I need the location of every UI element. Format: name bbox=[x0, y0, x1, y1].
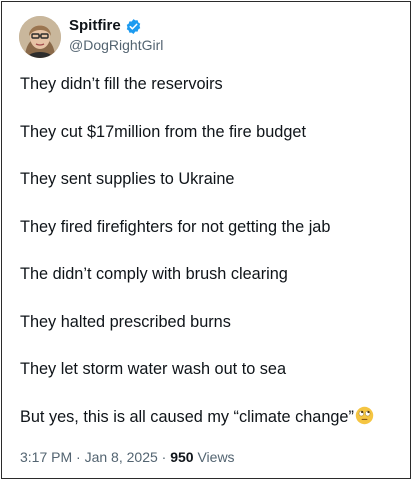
tweet-line-text: But yes, this is all caused my “climate … bbox=[20, 407, 354, 426]
avatar[interactable] bbox=[19, 16, 61, 58]
tweet-line: They halted prescribed burns bbox=[20, 312, 231, 331]
author-name-row: Spitfire bbox=[69, 17, 142, 35]
tweet-line-last: But yes, this is all caused my “climate … bbox=[20, 406, 408, 428]
views-count[interactable]: 950 bbox=[170, 449, 193, 465]
tweet-line: They cut $17million from the fire budget bbox=[20, 122, 306, 141]
tweet-line: They let storm water wash out to sea bbox=[20, 360, 287, 378]
tweet-text: They didn’t fill the reservoirs They cut… bbox=[20, 73, 408, 428]
author-handle[interactable]: @DogRightGirl bbox=[69, 37, 163, 54]
tweet-time[interactable]: 3:17 PM bbox=[20, 449, 72, 465]
display-name[interactable]: Spitfire bbox=[69, 17, 121, 35]
tweet-card: Spitfire @DogRightGirl They didn’t fill … bbox=[1, 1, 411, 479]
tweet-line: They fired firefighters for not getting … bbox=[20, 217, 331, 236]
tweet-line: They didn’t fill the reservoirs bbox=[20, 75, 223, 93]
tweet-line: They sent supplies to Ukraine bbox=[20, 170, 235, 188]
tweet-line: The didn’t comply with brush clearing bbox=[20, 265, 288, 283]
tweet-meta: 3:17 PM · Jan 8, 2025 · 950 Views bbox=[20, 448, 235, 466]
meta-separator: · bbox=[76, 449, 81, 465]
verified-badge-icon[interactable] bbox=[125, 18, 142, 35]
meta-separator: · bbox=[161, 449, 167, 465]
views-label[interactable]: Views bbox=[197, 449, 234, 465]
avatar-image bbox=[19, 16, 61, 58]
face-with-rolling-eyes-icon bbox=[355, 406, 374, 425]
tweet-date[interactable]: Jan 8, 2025 bbox=[85, 449, 158, 465]
